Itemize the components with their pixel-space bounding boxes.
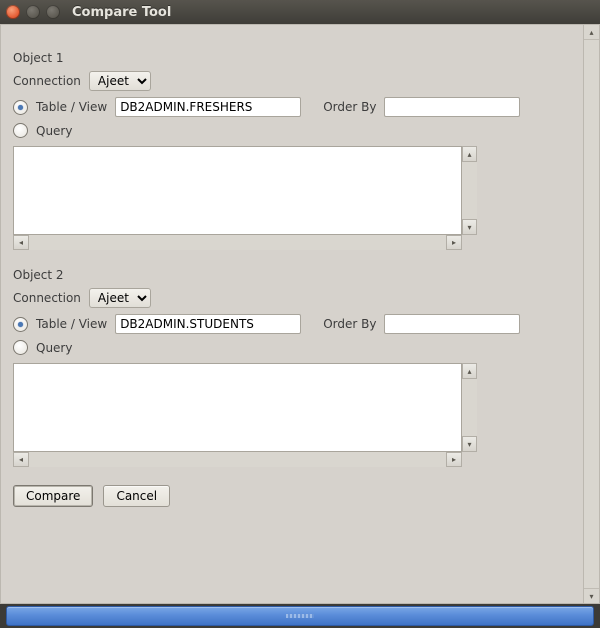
- object1-table-radio[interactable]: [13, 100, 28, 115]
- object2-orderby-input[interactable]: [384, 314, 520, 334]
- client-area: Object 1 Connection Ajeet Table / View O…: [0, 24, 600, 604]
- object2-table-label: Table / View: [36, 317, 107, 331]
- object1-table-input[interactable]: [115, 97, 301, 117]
- object1-orderby-label: Order By: [323, 100, 376, 114]
- action-buttons: Compare Cancel: [13, 485, 579, 507]
- scroll-right-icon[interactable]: ▸: [446, 452, 462, 467]
- compare-button[interactable]: Compare: [13, 485, 93, 507]
- scroll-down-icon[interactable]: ▾: [584, 588, 599, 603]
- object1-connection-select[interactable]: Ajeet: [89, 71, 151, 91]
- object1-query-row: Query: [13, 123, 579, 138]
- object1-query-textarea[interactable]: [13, 146, 462, 235]
- scroll-down-icon[interactable]: ▾: [462, 436, 477, 452]
- scroll-up-icon[interactable]: ▴: [462, 146, 477, 162]
- scroll-left-icon[interactable]: ◂: [13, 452, 29, 467]
- object2-query-textarea[interactable]: [13, 363, 462, 452]
- titlebar: Compare Tool: [0, 0, 600, 24]
- object2-connection-select[interactable]: Ajeet: [89, 288, 151, 308]
- object1-table-label: Table / View: [36, 100, 107, 114]
- object1-query-hscrollbar[interactable]: ◂ ▸: [13, 235, 462, 250]
- object2-title: Object 2: [13, 268, 579, 282]
- close-icon[interactable]: [6, 5, 20, 19]
- object2-query-row: Query: [13, 340, 579, 355]
- scroll-down-icon[interactable]: ▾: [462, 219, 477, 235]
- object2-table-input[interactable]: [115, 314, 301, 334]
- object2-table-row: Table / View Order By: [13, 314, 579, 334]
- window-title: Compare Tool: [72, 5, 171, 20]
- object2-table-radio[interactable]: [13, 317, 28, 332]
- scroll-right-icon[interactable]: ▸: [446, 235, 462, 250]
- minimize-icon[interactable]: [26, 5, 40, 19]
- object1-query-label: Query: [36, 124, 72, 138]
- taskbar: [0, 604, 600, 628]
- cancel-button[interactable]: Cancel: [103, 485, 170, 507]
- scroll-up-icon[interactable]: ▴: [584, 25, 599, 40]
- object2-query-vscrollbar[interactable]: ▴ ▾: [462, 363, 477, 452]
- scroll-up-icon[interactable]: ▴: [462, 363, 477, 379]
- object2-connection-row: Connection Ajeet: [13, 288, 579, 308]
- object1-title: Object 1: [13, 51, 579, 65]
- scroll-left-icon[interactable]: ◂: [13, 235, 29, 250]
- object1-query-editor: ▴ ▾ ◂ ▸: [13, 146, 477, 250]
- object2-query-radio[interactable]: [13, 340, 28, 355]
- maximize-icon[interactable]: [46, 5, 60, 19]
- object1-orderby-input[interactable]: [384, 97, 520, 117]
- form-panel: Object 1 Connection Ajeet Table / View O…: [1, 25, 583, 603]
- taskbar-item[interactable]: [6, 606, 594, 626]
- object1-connection-label: Connection: [13, 74, 81, 88]
- object1-connection-row: Connection Ajeet: [13, 71, 579, 91]
- object1-query-vscrollbar[interactable]: ▴ ▾: [462, 146, 477, 235]
- object2-query-label: Query: [36, 341, 72, 355]
- object2-query-editor: ▴ ▾ ◂ ▸: [13, 363, 477, 467]
- object1-query-radio[interactable]: [13, 123, 28, 138]
- object2-query-hscrollbar[interactable]: ◂ ▸: [13, 452, 462, 467]
- object2-orderby-label: Order By: [323, 317, 376, 331]
- panel-vscrollbar[interactable]: ▴ ▾: [583, 25, 599, 603]
- object2-connection-label: Connection: [13, 291, 81, 305]
- object1-table-row: Table / View Order By: [13, 97, 579, 117]
